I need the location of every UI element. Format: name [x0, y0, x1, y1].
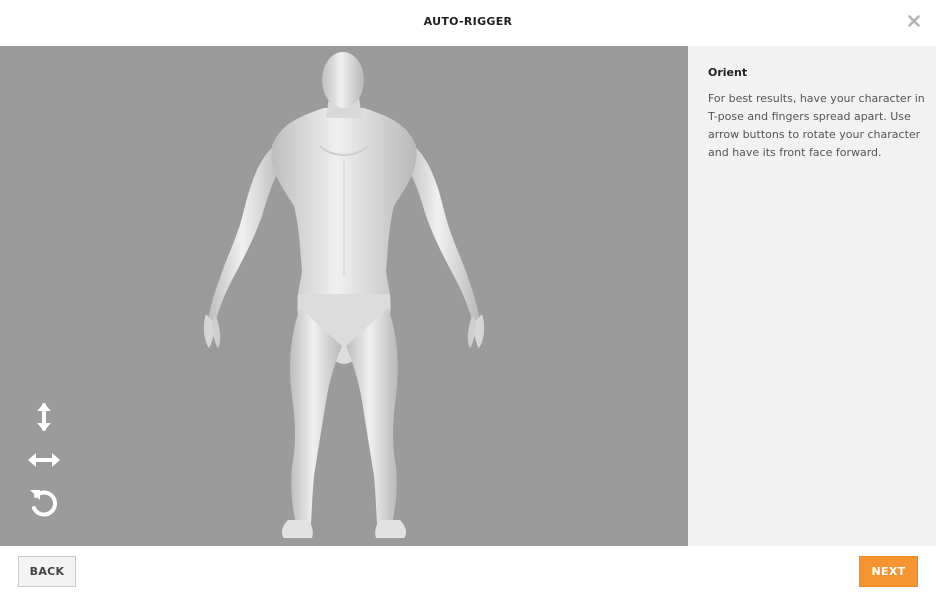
character-model: [203, 52, 485, 538]
close-icon[interactable]: [906, 13, 922, 29]
vertical-arrows-icon[interactable]: [26, 400, 64, 434]
horizontal-arrows-icon[interactable]: [26, 445, 64, 479]
dialog-header: AUTO-RIGGER: [0, 0, 936, 46]
back-button[interactable]: BACK: [18, 556, 76, 587]
dialog-footer: BACK NEXT: [0, 546, 936, 597]
step-description: For best results, have your character in…: [708, 92, 925, 159]
next-button[interactable]: NEXT: [859, 556, 918, 587]
step-heading: Orient: [708, 66, 748, 79]
3d-viewport[interactable]: [0, 46, 688, 546]
rotate-icon[interactable]: [26, 486, 64, 520]
dialog-title: AUTO-RIGGER: [423, 15, 513, 28]
instructions-panel: Orient For best results, have your chara…: [688, 46, 936, 546]
